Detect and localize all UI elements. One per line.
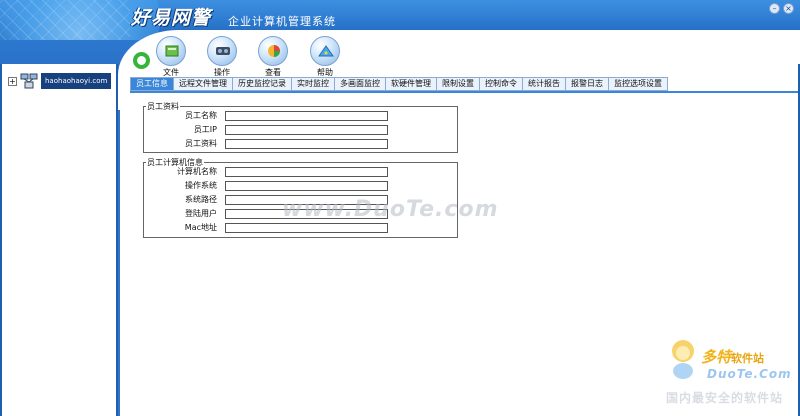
tab-employee-info[interactable]: 员工信息 bbox=[130, 77, 174, 91]
file-menu-button[interactable]: 文件 bbox=[149, 36, 193, 78]
employee-profile-label: 员工资料 bbox=[185, 139, 217, 148]
app-subtitle: 企业计算机管理系统 bbox=[228, 15, 336, 28]
tree-expand-icon[interactable]: + bbox=[8, 76, 17, 86]
device-tree-pane: + haohaohaoyi.com bbox=[0, 64, 118, 416]
tab-alarm-log[interactable]: 报警日志 bbox=[566, 77, 609, 91]
site-watermark-suffix: 软件站 bbox=[731, 352, 765, 365]
computer-name-label: 计算机名称 bbox=[177, 167, 217, 176]
tab-multi-screen-monitor[interactable]: 多画面监控 bbox=[335, 77, 386, 91]
system-path-label: 系统路径 bbox=[185, 195, 217, 204]
center-watermark: www.DuoTe.com bbox=[282, 197, 499, 222]
left-border bbox=[0, 64, 2, 416]
tab-strip: 员工信息 远程文件管理 历史监控记录 实时监控 多画面监控 软硬件管理 限制设置… bbox=[130, 77, 668, 91]
tab-software-hardware[interactable]: 软硬件管理 bbox=[386, 77, 437, 91]
minimize-button[interactable]: – bbox=[769, 3, 780, 14]
tab-statistics-report[interactable]: 统计报告 bbox=[523, 77, 566, 91]
status-orb-icon bbox=[133, 52, 150, 69]
mac-address-label: Mac地址 bbox=[184, 223, 217, 232]
site-watermark-slogan: 国内最安全的软件站 bbox=[666, 391, 784, 405]
form-row-computer-name: 计算机名称 bbox=[143, 166, 388, 177]
tab-restriction-settings[interactable]: 限制设置 bbox=[437, 77, 480, 91]
tab-control-commands[interactable]: 控制命令 bbox=[480, 77, 523, 91]
mascot-logo-icon bbox=[672, 340, 694, 379]
help-icon bbox=[310, 36, 340, 66]
close-button[interactable]: × bbox=[783, 3, 794, 14]
app-brand: 好易网警 bbox=[131, 7, 212, 29]
tab-history-records[interactable]: 历史监控记录 bbox=[233, 77, 292, 91]
employee-name-field[interactable] bbox=[225, 110, 388, 121]
tree-root-label[interactable]: haohaohaoyi.com bbox=[41, 73, 112, 89]
view-menu-button[interactable]: 查看 bbox=[251, 36, 295, 78]
site-watermark-en: DuoTe.Com bbox=[707, 367, 792, 381]
window-controls: – × bbox=[769, 3, 794, 14]
form-row-os: 操作系统 bbox=[143, 180, 388, 191]
employee-profile-field[interactable] bbox=[225, 138, 388, 149]
os-field[interactable] bbox=[225, 180, 388, 191]
tab-realtime-monitor[interactable]: 实时监控 bbox=[292, 77, 335, 91]
site-watermark-cn: 多特软件站 bbox=[701, 346, 764, 367]
tab-underline bbox=[130, 91, 798, 93]
operation-icon bbox=[207, 36, 237, 66]
file-icon bbox=[156, 36, 186, 66]
operation-menu-button[interactable]: 操作 bbox=[200, 36, 244, 78]
form-row-employee-ip: 员工IP bbox=[143, 124, 388, 135]
form-row-mac-address: Mac地址 bbox=[143, 222, 388, 233]
tab-monitor-options[interactable]: 监控选项设置 bbox=[609, 77, 668, 91]
logged-user-label: 登陆用户 bbox=[185, 209, 217, 218]
employee-ip-field[interactable] bbox=[225, 124, 388, 135]
os-label: 操作系统 bbox=[185, 181, 217, 190]
mac-address-field[interactable] bbox=[225, 222, 388, 233]
tree-node-root[interactable]: + haohaohaoyi.com bbox=[8, 73, 112, 89]
employee-ip-label: 员工IP bbox=[193, 125, 217, 134]
computer-name-field[interactable] bbox=[225, 166, 388, 177]
site-watermark-name: 多特 bbox=[701, 348, 732, 366]
network-computers-icon bbox=[20, 73, 38, 89]
tab-remote-file-management[interactable]: 远程文件管理 bbox=[174, 77, 233, 91]
form-row-employee-profile: 员工资料 bbox=[143, 138, 388, 149]
employee-name-label: 员工名称 bbox=[185, 111, 217, 120]
help-menu-button[interactable]: 帮助 bbox=[303, 36, 347, 78]
form-row-employee-name: 员工名称 bbox=[143, 110, 388, 121]
view-icon bbox=[258, 36, 288, 66]
